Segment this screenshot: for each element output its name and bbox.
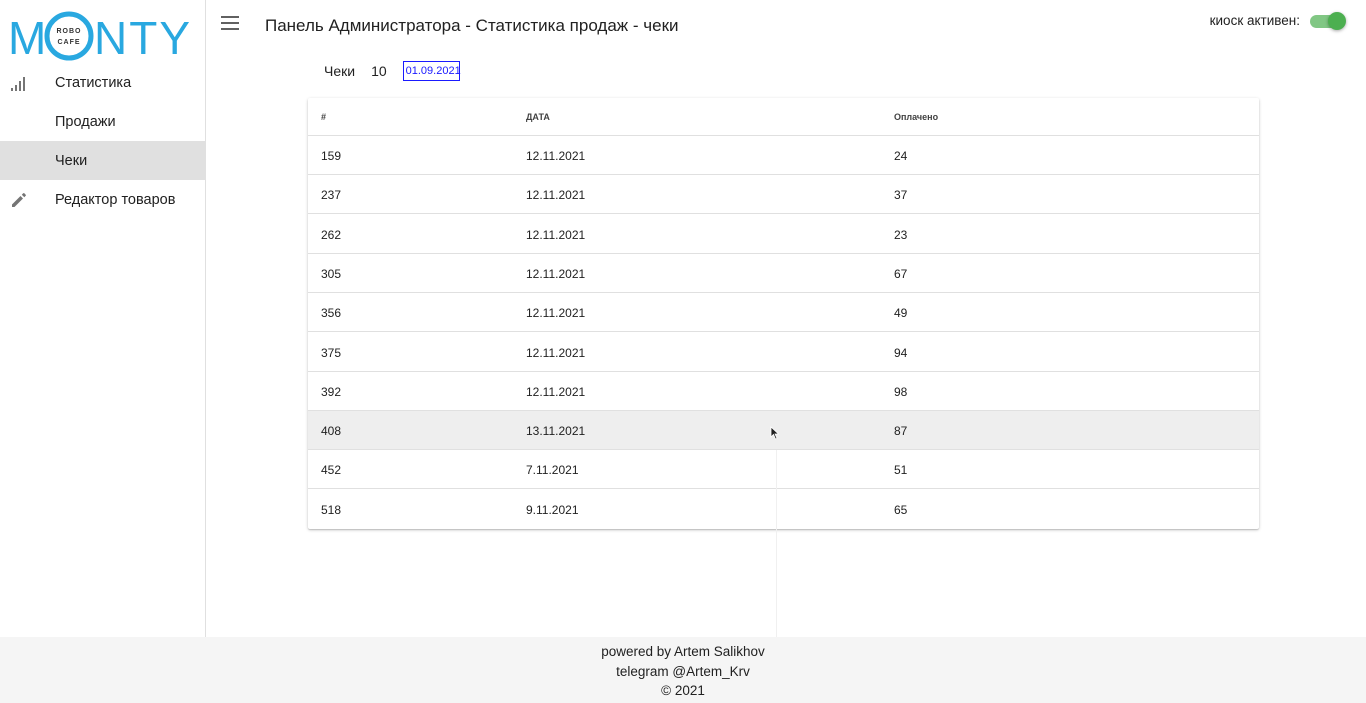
table-row[interactable]: 356 12.11.2021 49 xyxy=(308,293,1259,333)
receipts-count: 10 xyxy=(371,63,387,79)
sidebar-item-label: Статистика xyxy=(55,74,132,91)
cell-date: 12.11.2021 xyxy=(526,384,586,399)
sidebar-item-statistics[interactable]: Статистика xyxy=(0,63,205,102)
footer-copyright: © 2021 xyxy=(661,683,705,698)
table-row[interactable]: 408 13.11.2021 87 xyxy=(308,411,1259,451)
top-bar: Панель Администратора - Статистика прода… xyxy=(207,0,1366,52)
receipts-table: # ДАТА Оплачено 159 12.11.2021 24 237 12.11.… xyxy=(308,98,1259,529)
kiosk-active-toggle[interactable] xyxy=(1310,12,1346,30)
table-row[interactable]: 159 12.11.2021 24 xyxy=(308,136,1259,175)
cell-paid: 24 xyxy=(894,149,908,163)
cell-date: 12.11.2021 xyxy=(526,227,586,242)
cell-paid: 87 xyxy=(894,424,908,439)
cell-number: 237 xyxy=(321,188,342,203)
cell-date: 13.11.2021 xyxy=(526,424,586,439)
cell-paid: 67 xyxy=(894,266,908,281)
cell-paid: 23 xyxy=(894,227,908,242)
cell-number: 159 xyxy=(321,149,342,163)
cell-paid: 49 xyxy=(894,306,908,321)
logo-badge-top: ROBO xyxy=(57,28,82,35)
cell-paid: 51 xyxy=(894,463,908,478)
column-header-number[interactable]: # xyxy=(321,112,326,122)
filter-label: Чеки xyxy=(324,63,356,79)
cell-paid: 98 xyxy=(894,384,908,399)
mouse-cursor-icon xyxy=(770,426,780,440)
cell-date: 12.11.2021 xyxy=(526,306,586,321)
cell-paid: 65 xyxy=(894,502,908,517)
cell-number: 452 xyxy=(321,463,342,478)
cell-number: 408 xyxy=(321,424,342,439)
table-header: # ДАТА Оплачено xyxy=(308,98,1259,136)
table-row[interactable]: 305 12.11.2021 67 xyxy=(308,254,1259,293)
kiosk-status-label: киоск активен: xyxy=(1209,13,1300,28)
footer: powered by Artem Salikhov telegram @Arte… xyxy=(0,637,1366,703)
logo-badge-bottom: CAFE xyxy=(57,39,80,46)
cell-number: 392 xyxy=(321,384,342,399)
sidebar-item-label: Чеки xyxy=(55,152,88,169)
sidebar: M ROBO CAFE NTY Статистика Продажи Чеки … xyxy=(0,0,206,637)
cell-date: 9.11.2021 xyxy=(526,502,579,517)
monty-logo[interactable]: M ROBO CAFE NTY xyxy=(8,8,196,64)
date-input[interactable]: 01.09.2021 xyxy=(402,61,461,81)
table-row[interactable]: 262 12.11.2021 23 xyxy=(308,215,1259,254)
cell-paid: 37 xyxy=(894,188,908,203)
footer-credit: powered by Artem Salikhov xyxy=(601,644,765,659)
cell-date: 12.11.2021 xyxy=(526,149,586,163)
cell-number: 305 xyxy=(321,266,342,281)
cell-number: 356 xyxy=(321,306,342,321)
cell-number: 262 xyxy=(321,227,342,242)
cell-date: 12.11.2021 xyxy=(526,266,586,281)
cell-number: 518 xyxy=(321,502,342,517)
sidebar-item-label: Редактор товаров xyxy=(55,191,176,208)
signal-bars-icon xyxy=(11,77,25,91)
page-title: Панель Администратора - Статистика прода… xyxy=(265,16,679,35)
pencil-icon xyxy=(12,193,26,207)
receipts-filter: Чеки 10 01.09.2021 xyxy=(324,61,461,81)
cell-date: 12.11.2021 xyxy=(526,188,586,203)
footer-telegram: telegram @Artem_Krv xyxy=(616,663,750,679)
logo-text-nty: NTY xyxy=(94,12,192,64)
sidebar-item-sales[interactable]: Продажи xyxy=(0,102,205,141)
table-row[interactable]: 452 7.11.2021 51 xyxy=(308,450,1259,490)
cell-date: 7.11.2021 xyxy=(526,463,579,478)
column-header-date[interactable]: ДАТА xyxy=(526,112,550,122)
cell-date: 12.11.2021 xyxy=(526,345,586,360)
sidebar-item-receipts[interactable]: Чеки xyxy=(0,141,205,180)
cell-paid: 94 xyxy=(894,345,908,360)
column-header-paid[interactable]: Оплачено xyxy=(894,112,938,122)
table-row[interactable]: 518 9.11.2021 65 xyxy=(308,490,1259,529)
table-row[interactable]: 375 12.11.2021 94 xyxy=(308,333,1259,372)
sidebar-item-label: Продажи xyxy=(55,113,116,130)
table-row[interactable]: 392 12.11.2021 98 xyxy=(308,372,1259,411)
sidebar-item-product-editor[interactable]: Редактор товаров xyxy=(0,180,205,219)
logo-text-m: M xyxy=(8,12,46,64)
table-row[interactable]: 237 12.11.2021 37 xyxy=(308,175,1259,215)
hamburger-menu-icon[interactable] xyxy=(221,16,239,32)
cell-number: 375 xyxy=(321,345,342,360)
